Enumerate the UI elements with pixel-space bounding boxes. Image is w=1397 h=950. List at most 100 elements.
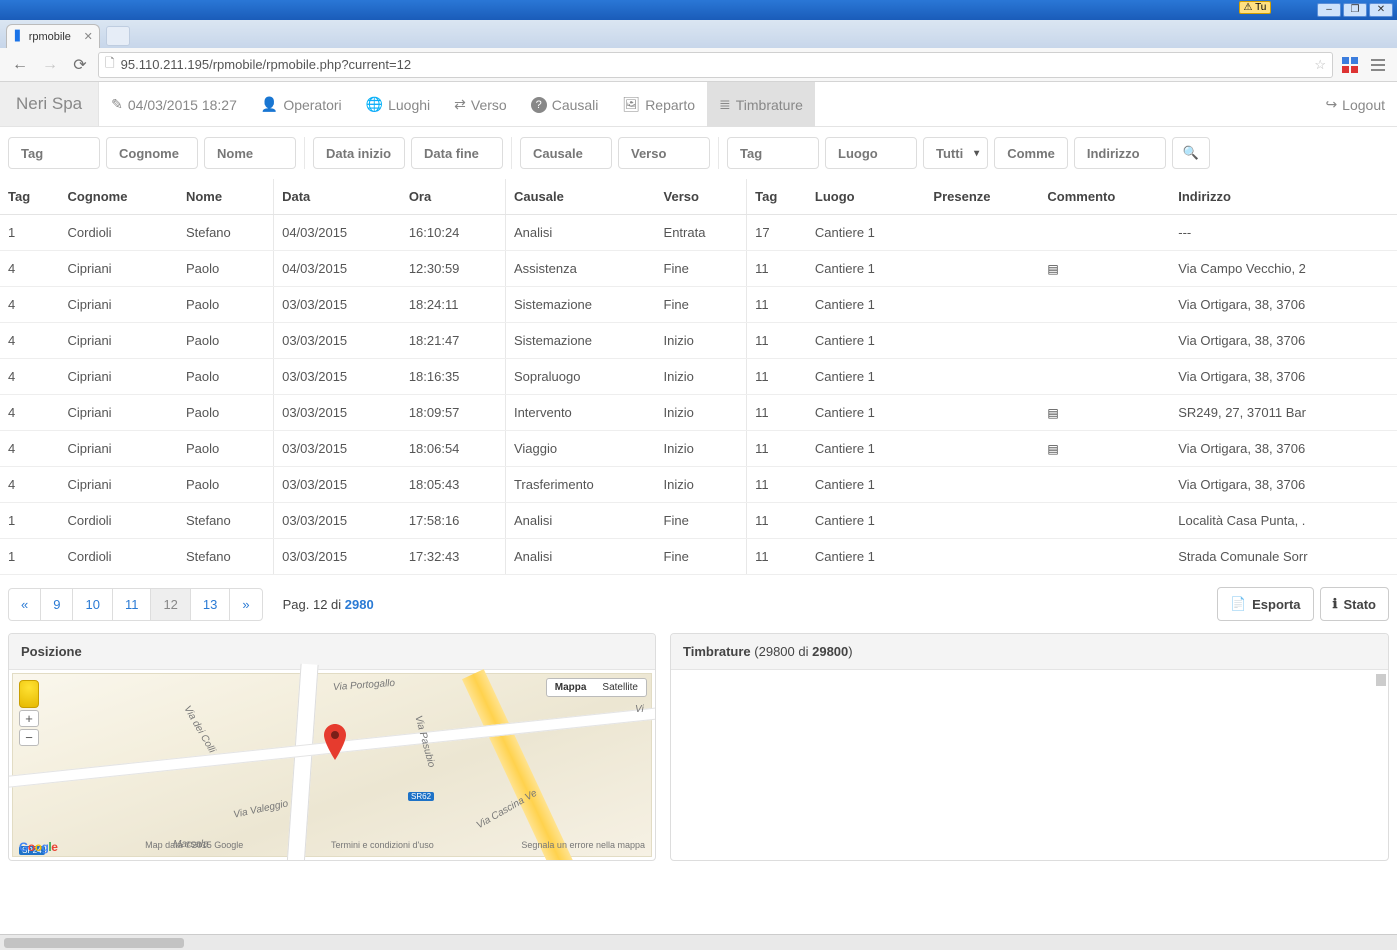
panel-scrollbar[interactable] <box>1376 674 1386 686</box>
extension-icon[interactable] <box>1339 54 1361 76</box>
timbrature-icon: ≣ <box>719 96 731 113</box>
os-maximize-button[interactable]: ❐ <box>1343 3 1367 17</box>
filter-tag[interactable]: Tag <box>8 137 100 169</box>
browser-menu-button[interactable] <box>1367 54 1389 76</box>
col-data: Data <box>274 179 401 215</box>
filter-luogo[interactable]: Luogo <box>825 137 917 169</box>
note-icon[interactable]: ▤ <box>1047 262 1058 276</box>
browser-tab[interactable]: ▋ rpmobile ✕ <box>6 24 100 48</box>
pager-page-11[interactable]: 11 <box>113 589 152 620</box>
panel-timbrature: Timbrature (29800 di 29800) <box>670 633 1389 861</box>
filter-data-inizio[interactable]: Data inizio <box>313 137 405 169</box>
reload-button[interactable]: ⟳ <box>68 53 92 77</box>
filter-commento[interactable]: Comme <box>994 137 1068 169</box>
map-type-satellite[interactable]: Satellite <box>594 679 646 696</box>
col-tag2: Tag <box>747 179 807 215</box>
table-row[interactable]: 4CiprianiPaolo03/03/201518:05:43Trasferi… <box>0 467 1397 503</box>
table-row[interactable]: 1CordioliStefano03/03/201517:32:43Analis… <box>0 539 1397 575</box>
navbar-timestamp: ✎ 04/03/2015 18:27 <box>99 82 249 127</box>
map[interactable]: Via Portogallo Via Pasubio Via dei Colli… <box>13 674 651 856</box>
note-icon[interactable]: ▤ <box>1047 406 1058 420</box>
address-bar[interactable]: 🗋 95.110.211.195/rpmobile/rpmobile.php?c… <box>98 52 1333 78</box>
favicon-icon: ▋ <box>15 31 23 42</box>
table-row[interactable]: 4CiprianiPaolo04/03/201512:30:59Assisten… <box>0 251 1397 287</box>
panel-posizione-title: Posizione <box>9 634 655 670</box>
pager-page-12: 12 <box>151 589 190 620</box>
google-logo: Google <box>19 840 57 854</box>
pager-page-9[interactable]: 9 <box>41 589 73 620</box>
table-row[interactable]: 4CiprianiPaolo03/03/201518:16:35Sopraluo… <box>0 359 1397 395</box>
reparto-icon: 🖼 <box>622 96 640 113</box>
tab-title: rpmobile <box>29 31 71 43</box>
pegman-icon[interactable] <box>19 680 39 708</box>
forward-button[interactable]: → <box>38 53 62 77</box>
data-table: Tag Cognome Nome Data Ora Causale Verso … <box>0 179 1397 575</box>
table-row[interactable]: 1CordioliStefano03/03/201517:58:16Analis… <box>0 503 1397 539</box>
pager-page-13[interactable]: 13 <box>191 589 230 620</box>
col-ora: Ora <box>401 179 506 215</box>
col-presenze: Presenze <box>925 179 1039 215</box>
causali-icon: ? <box>531 97 547 113</box>
nav-item-luoghi[interactable]: 🌐Luoghi <box>354 82 442 127</box>
table-row[interactable]: 4CiprianiPaolo03/03/201518:24:11Sistemaz… <box>0 287 1397 323</box>
search-button[interactable]: 🔍 <box>1172 137 1210 169</box>
tab-close-icon[interactable]: ✕ <box>84 30 93 43</box>
status-button[interactable]: ℹ Stato <box>1320 587 1389 621</box>
os-titlebar: ⚠ Tu – ❐ ✕ <box>0 0 1397 20</box>
nav-item-causali[interactable]: ?Causali <box>519 82 611 127</box>
zoom-in-button[interactable]: + <box>19 710 39 727</box>
horizontal-scrollbar[interactable] <box>0 934 1397 950</box>
export-button[interactable]: 📄 Esporta <box>1217 587 1314 621</box>
search-icon: 🔍 <box>1183 145 1199 161</box>
col-causale: Causale <box>505 179 655 215</box>
filter-data-fine[interactable]: Data fine <box>411 137 503 169</box>
logout-label: Logout <box>1342 97 1385 113</box>
bookmark-star-icon[interactable]: ☆ <box>1314 57 1326 73</box>
panel-timbrature-title: Timbrature (29800 di 29800) <box>671 634 1388 670</box>
pager-prev[interactable]: « <box>9 589 41 620</box>
map-type-toggle[interactable]: Mappa Satellite <box>546 678 647 697</box>
filter-verso[interactable]: Verso <box>618 137 710 169</box>
map-report-link[interactable]: Segnala un errore nella mappa <box>521 840 645 854</box>
filter-nome[interactable]: Nome <box>204 137 296 169</box>
filter-bar: Tag Cognome Nome Data inizio Data fine C… <box>0 127 1397 179</box>
browser-toolbar: ← → ⟳ 🗋 95.110.211.195/rpmobile/rpmobile… <box>0 48 1397 82</box>
user-badge: ⚠ Tu <box>1239 1 1272 14</box>
map-type-map[interactable]: Mappa <box>547 679 595 696</box>
new-tab-button[interactable] <box>106 26 130 46</box>
pager-next[interactable]: » <box>230 589 261 620</box>
page-icon: 🗋 <box>105 54 115 75</box>
table-row[interactable]: 4CiprianiPaolo03/03/201518:06:54ViaggioI… <box>0 431 1397 467</box>
browser-tab-strip: ▋ rpmobile ✕ <box>0 20 1397 48</box>
clock-icon: ✎ <box>111 96 123 113</box>
logout-link[interactable]: ↪ Logout <box>1313 82 1397 127</box>
filter-causale[interactable]: Causale <box>520 137 612 169</box>
note-icon[interactable]: ▤ <box>1047 442 1058 456</box>
nav-item-timbrature[interactable]: ≣Timbrature <box>707 82 815 127</box>
filter-indirizzo[interactable]: Indirizzo <box>1074 137 1166 169</box>
col-luogo: Luogo <box>807 179 926 215</box>
logout-icon: ↪ <box>1325 96 1337 113</box>
app-navbar: Neri Spa ✎ 04/03/2015 18:27 👤Operatori🌐L… <box>0 82 1397 127</box>
os-close-button[interactable]: ✕ <box>1369 3 1393 17</box>
file-icon: 📄 <box>1230 596 1246 612</box>
info-icon: ℹ <box>1333 596 1338 612</box>
back-button[interactable]: ← <box>8 53 32 77</box>
map-terms-link[interactable]: Termini e condizioni d'uso <box>331 840 434 854</box>
filter-tag2[interactable]: Tag <box>727 137 819 169</box>
filter-cognome[interactable]: Cognome <box>106 137 198 169</box>
os-minimize-button[interactable]: – <box>1317 3 1341 17</box>
col-verso: Verso <box>656 179 747 215</box>
pager-page-10[interactable]: 10 <box>73 589 112 620</box>
col-tag: Tag <box>0 179 60 215</box>
nav-item-reparto[interactable]: 🖼Reparto <box>610 82 707 127</box>
table-row[interactable]: 1CordioliStefano04/03/201516:10:24Analis… <box>0 215 1397 251</box>
nav-item-verso[interactable]: ⇄Verso <box>442 82 519 127</box>
nav-item-operatori[interactable]: 👤Operatori <box>249 82 354 127</box>
filter-presenze[interactable]: Tutti <box>923 137 988 169</box>
zoom-out-button[interactable]: − <box>19 729 39 746</box>
luoghi-icon: 🌐 <box>366 96 383 113</box>
col-cognome: Cognome <box>60 179 178 215</box>
table-row[interactable]: 4CiprianiPaolo03/03/201518:21:47Sistemaz… <box>0 323 1397 359</box>
table-row[interactable]: 4CiprianiPaolo03/03/201518:09:57Interven… <box>0 395 1397 431</box>
